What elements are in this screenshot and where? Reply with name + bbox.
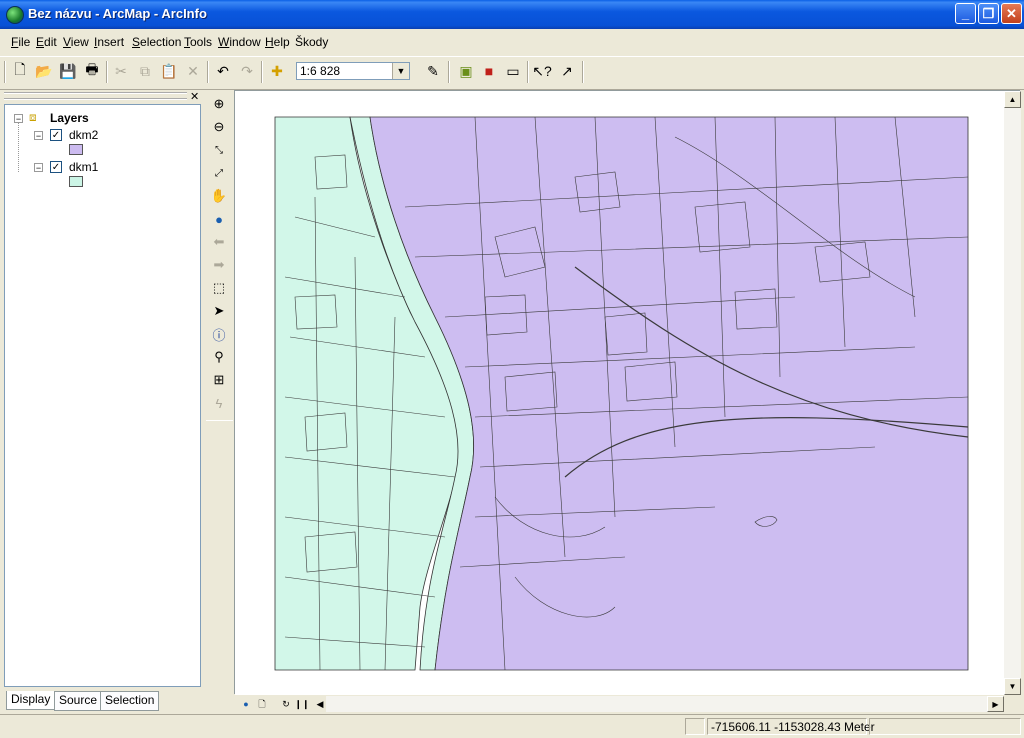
toolbar-separator [207,61,209,83]
scroll-down-arrow-icon[interactable]: ▼ [1004,678,1021,695]
new-document-icon[interactable]: 🗋 [9,60,31,82]
pan-icon[interactable]: ✋ [208,185,230,207]
menu-file[interactable]: File [11,35,30,49]
print-icon[interactable]: 🖶 [81,60,103,82]
map-scale-value: 1:6 828 [300,64,341,78]
layer-dkm2-label[interactable]: dkm2 [69,128,98,142]
dkm1-visibility-checkbox[interactable]: ✓ [50,161,62,173]
data-frame [274,116,969,671]
save-icon[interactable]: 💾 [57,60,79,82]
status-bar: -715606.11 -1153028.43 Meter [0,714,1024,738]
menu-tools[interactable]: Tools [184,35,212,49]
identify-icon[interactable]: ⓘ [208,323,230,345]
menu-selection[interactable]: Selection [132,35,181,49]
delete-icon[interactable]: ✕ [182,60,204,82]
tools-toolbar: ⊕ ⊖ ⤡ ⤢ ✋ ● ⬅ ➡ ⬚ ➤ ⓘ ⚲ ⊞ ϟ [206,90,232,420]
arccatalog-icon[interactable]: ▣ [455,60,477,82]
menu-edit[interactable]: Edit [36,35,57,49]
status-message [2,718,682,735]
undo-icon[interactable]: ↶ [212,60,234,82]
tree-connector [18,122,19,172]
zoom-in-icon[interactable]: ⊕ [208,93,230,115]
refresh-icon[interactable]: ↻ [278,697,294,711]
paste-icon[interactable]: 📋 [158,60,180,82]
status-pane-empty [869,718,1021,735]
map-horizontal-scrollbar[interactable]: ▶ [326,696,1004,712]
tab-source[interactable]: Source [54,691,103,711]
toolbar-separator [448,61,450,83]
layers-collapse-icon[interactable]: − [14,114,23,124]
menu-bar: File Edit View Insert Selection Tools Wi… [0,29,1024,55]
forward-extent-icon[interactable]: ➡ [208,254,230,276]
tab-display[interactable]: Display [6,691,56,710]
toc-title-grip[interactable] [4,92,187,100]
dkm2-visibility-checkbox[interactable]: ✓ [50,129,62,141]
toc-close-icon[interactable]: ✕ [190,90,199,103]
toc-tree: − ⧈ Layers − ✓ dkm2 − ✓ dkm1 [4,104,201,687]
toolbar-separator [106,61,108,83]
measure-icon[interactable]: ⊞ [208,369,230,391]
zoom-out-icon[interactable]: ⊖ [208,116,230,138]
dkm1-symbol-swatch[interactable] [69,176,83,187]
identify-pointer-icon[interactable]: ↗ [556,60,578,82]
full-extent-icon[interactable]: ● [208,208,230,230]
select-elements-icon[interactable]: ➤ [208,300,230,322]
window-title: Bez názvu - ArcMap - ArcInfo [28,6,207,21]
menu-window[interactable]: Window [218,35,261,49]
map-canvas[interactable] [235,91,1021,695]
tab-selection[interactable]: Selection [100,691,160,711]
dkm2-collapse-icon[interactable]: − [34,131,43,141]
back-extent-icon[interactable]: ⬅ [208,231,230,253]
title-bar: Bez názvu - ArcMap - ArcInfo _ ❐ ✕ [0,0,1024,29]
dkm2-symbol-swatch[interactable] [69,144,83,155]
copy-icon[interactable]: ⧉ [134,60,156,82]
select-features-icon[interactable]: ⬚ [208,277,230,299]
scroll-up-arrow-icon[interactable]: ▲ [1004,91,1021,108]
standard-toolbar: 🗋 📂 💾 🖶 ✂ ⧉ 📋 ✕ ↶ ↷ ✚ ✎ ▣ ■ ▭ ↖? ↗ [0,56,1024,90]
toolbar-separator [582,61,584,83]
arcmap-globe-icon [6,6,24,24]
map-vertical-scrollbar[interactable]: ▲ ▼ [1004,91,1021,695]
menu-view[interactable]: View [63,35,89,49]
layer-dkm1-label[interactable]: dkm1 [69,160,98,174]
arctoolbox-icon[interactable]: ■ [478,60,500,82]
minimize-button[interactable]: _ [955,3,976,24]
fixed-zoom-in-icon[interactable]: ⤡ [208,139,230,161]
command-line-icon[interactable]: ▭ [502,60,524,82]
hyperlink-icon[interactable]: ϟ [208,392,230,414]
toolbar-grip [4,61,6,83]
add-data-icon[interactable]: ✚ [266,60,288,82]
table-of-contents: ✕ − ⧈ Layers − ✓ dkm2 − ✓ dkm1 Display S… [2,90,203,711]
menu-skody[interactable]: Škody [295,35,328,49]
pause-drawing-icon[interactable]: ❙❙ [294,697,310,711]
find-icon[interactable]: ⚲ [208,346,230,368]
layout-view-icon[interactable]: 🗋 [254,697,270,711]
layers-frame-icon: ⧈ [29,110,37,124]
cut-icon[interactable]: ✂ [110,60,132,82]
fixed-zoom-out-icon[interactable]: ⤢ [208,162,230,184]
dkm1-collapse-icon[interactable]: − [34,163,43,173]
close-button[interactable]: ✕ [1001,3,1022,24]
whats-this-icon[interactable]: ↖? [531,60,553,82]
toolbar-separator [261,61,263,83]
data-frame-label[interactable]: Layers [50,111,89,125]
status-pane [685,718,705,735]
toolbar-separator [527,61,529,83]
map-view[interactable] [234,90,1021,695]
scroll-right-arrow-icon[interactable]: ▶ [987,696,1004,712]
redo-icon[interactable]: ↷ [236,60,258,82]
menu-help[interactable]: Help [265,35,290,49]
tools-panel-background [206,420,233,711]
menu-insert[interactable]: Insert [94,35,124,49]
map-scale-combobox[interactable]: 1:6 828 ▼ [296,62,410,80]
cursor-coordinates: -715606.11 -1153028.43 Meter [707,718,875,735]
restore-button[interactable]: ❐ [978,3,999,24]
chevron-down-icon[interactable]: ▼ [392,63,409,79]
editor-toolbar-icon[interactable]: ✎ [422,60,444,82]
open-folder-icon[interactable]: 📂 [33,60,55,82]
data-view-icon[interactable]: ● [238,697,254,711]
